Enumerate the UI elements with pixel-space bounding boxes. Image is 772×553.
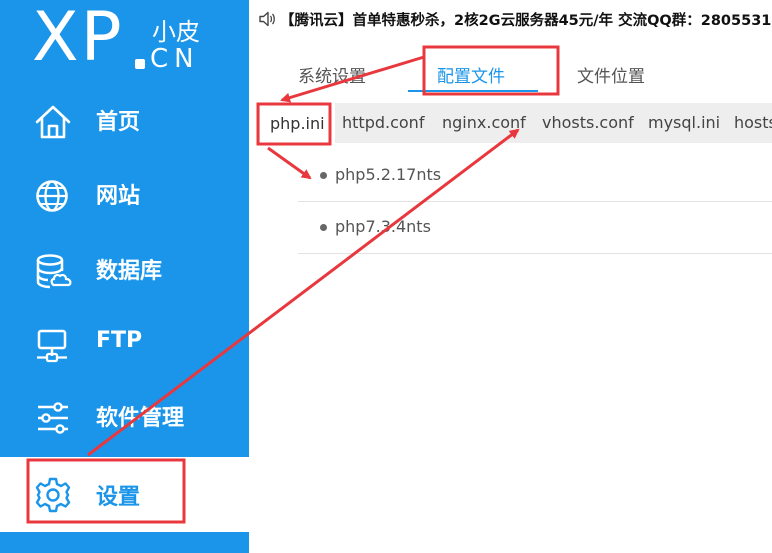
subtab-httpd-conf[interactable]: httpd.conf [342,113,424,132]
sidebar-item-label: 首页 [96,110,141,135]
php-version-label[interactable]: php7.3.4nts [335,217,431,236]
bullet-icon [320,224,327,231]
subtab-php-ini[interactable]: php.ini [260,103,335,143]
sidebar-item-software[interactable]: 软件管理 [0,386,249,446]
database-icon [36,254,72,289]
sidebar: XP 小皮 CN 首页 网站 数据库 FTP 软件管理 设置 [0,0,249,553]
sidebar-item-home[interactable]: 首页 [0,90,249,150]
config-file-tabs: php.ini httpd.conf nginx.conf vhosts.con… [258,103,772,143]
logo-cn-bottom-text: CN [150,44,200,74]
notice-bar[interactable]: 【腾讯云】首单特惠秒杀，2核2G云服务器45元/年 交流QQ群：2805531 [258,8,772,30]
php-version-list: php5.2.17nts php7.3.4nts [298,150,772,254]
active-tab-underline [408,90,538,92]
globe-icon [36,180,68,212]
gear-icon [35,477,71,513]
speaker-icon [259,11,275,27]
tab-system-settings[interactable]: 系统设置 [298,62,366,87]
app-logo: XP 小皮 CN [32,0,232,77]
sidebar-item-label: 数据库 [96,259,163,284]
php-version-label[interactable]: php5.2.17nts [335,165,441,184]
sidebar-item-label: 设置 [96,485,141,510]
sidebar-item-label: 软件管理 [96,406,185,431]
sidebar-item-settings[interactable]: 设置 [0,457,249,532]
settings-tabs: 系统设置 配置文件 文件位置 [258,50,772,96]
logo-main-text: XP [32,0,124,77]
sidebar-item-label: 网站 [96,184,141,209]
logo-dot [135,59,145,69]
list-item[interactable]: php7.3.4nts [298,202,772,254]
home-icon [35,105,71,139]
subtab-mysql-ini[interactable]: mysql.ini [648,113,720,132]
tab-file-locations[interactable]: 文件位置 [577,62,645,87]
tab-config-files[interactable]: 配置文件 [437,62,505,87]
logo-cn-top-text: 小皮 [152,18,200,46]
sidebar-item-database[interactable]: 数据库 [0,239,249,299]
sidebar-item-website[interactable]: 网站 [0,164,249,224]
bullet-icon [320,172,327,179]
subtab-vhosts-conf[interactable]: vhosts.conf [542,113,634,132]
subtab-nginx-conf[interactable]: nginx.conf [442,113,526,132]
list-item[interactable]: php5.2.17nts [298,150,772,202]
subtab-hosts[interactable]: hosts [734,113,772,132]
sidebar-item-label: FTP [96,328,143,353]
sidebar-item-ftp[interactable]: FTP [0,314,249,374]
sliders-icon [38,402,68,434]
notice-text[interactable]: 【腾讯云】首单特惠秒杀，2核2G云服务器45元/年 交流QQ群：2805531 [280,9,771,30]
ftp-icon [37,329,67,363]
